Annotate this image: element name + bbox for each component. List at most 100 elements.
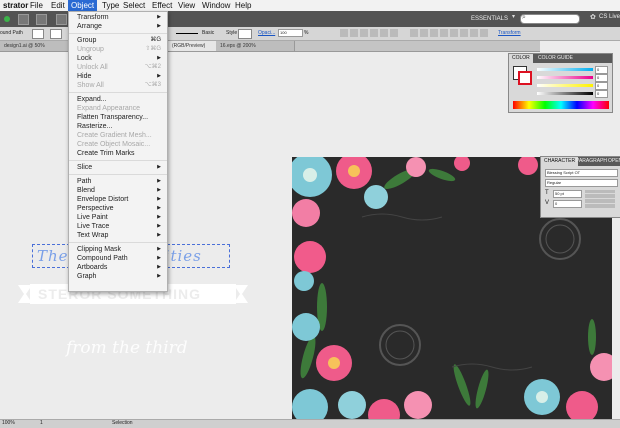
submenu-arrow-icon: ▶: [157, 187, 161, 193]
menu-effect[interactable]: Effect: [149, 0, 175, 11]
tab-color[interactable]: COLOR: [509, 54, 533, 63]
submenu-arrow-icon: ▶: [157, 232, 161, 238]
color-panel-header: COLOR COLOR GUIDE: [509, 54, 612, 63]
magenta-value[interactable]: 0: [595, 74, 608, 82]
opacity-unit: %: [304, 30, 309, 36]
submenu-arrow-icon: ▶: [157, 273, 161, 279]
tab-design1[interactable]: design1.ai @ 50% (RGB...: [0, 41, 67, 59]
menu-type[interactable]: Type: [99, 0, 122, 11]
stroke-swatch[interactable]: [50, 29, 62, 39]
tab-active[interactable]: (RGB/Preview): [168, 41, 217, 51]
menu-item-envelope-distort[interactable]: Envelope Distort ▶: [69, 195, 167, 204]
yellow-slider[interactable]: [537, 84, 593, 87]
magenta-slider[interactable]: [537, 76, 593, 79]
tracking-controls[interactable]: [585, 190, 615, 208]
cs-live-link[interactable]: CS Live: [599, 14, 620, 20]
menu-item-label: Arrange: [77, 23, 102, 30]
menu-item-transform[interactable]: Transform ▶: [69, 13, 167, 22]
menu-item-rasterize[interactable]: Rasterize...: [69, 122, 167, 131]
black-slider[interactable]: [537, 92, 593, 95]
font-size-field[interactable]: 50 pt: [553, 190, 582, 198]
menu-item-arrange[interactable]: Arrange ▶: [69, 22, 167, 31]
menu-item-label: Live Paint: [77, 214, 108, 221]
tab-16-eps[interactable]: 16.eps @ 200% (RGB/Preview): [216, 41, 295, 59]
distribute-buttons[interactable]: [410, 29, 490, 37]
align-buttons[interactable]: [340, 29, 400, 37]
zoom-level[interactable]: 100%: [2, 420, 15, 426]
submenu-arrow-icon: ▶: [157, 205, 161, 211]
menu-item-label: Compound Path: [77, 255, 128, 262]
search-input[interactable]: [520, 14, 580, 24]
character-panel-header: CHARACTER PARAGRAPH OPEN: [541, 157, 620, 166]
submenu-arrow-icon: ▶: [157, 214, 161, 220]
menu-item-hide[interactable]: Hide ▶: [69, 72, 167, 81]
screen-mode-icon[interactable]: [56, 14, 67, 25]
menu-item-label: Hide: [77, 73, 92, 80]
menu-item-label: Envelope Distort: [77, 196, 129, 203]
menu-item-live-trace[interactable]: Live Trace ▶: [69, 222, 167, 231]
current-tool-status[interactable]: Selection: [112, 420, 133, 426]
menu-item-compound-path[interactable]: Compound Path ▶: [69, 254, 167, 263]
cyan-value[interactable]: 0: [595, 66, 608, 74]
menu-item-label: Path: [77, 178, 92, 185]
menu-item-path[interactable]: Path ▶: [69, 177, 167, 186]
menu-item-label: Show All: [77, 82, 104, 89]
color-panel: COLOR COLOR GUIDE 0 0 0 0: [508, 53, 613, 113]
menu-item-live-paint[interactable]: Live Paint ▶: [69, 213, 167, 222]
menu-item-label: Perspective: [77, 205, 114, 212]
menu-item-slice[interactable]: Slice ▶: [69, 163, 167, 172]
menu-window[interactable]: Window: [199, 0, 233, 11]
workspace-switcher[interactable]: ESSENTIALS: [471, 14, 508, 24]
kerning-field[interactable]: 0: [553, 200, 582, 208]
fill-swatch[interactable]: [32, 29, 44, 39]
tab-color-guide[interactable]: COLOR GUIDE: [535, 54, 576, 63]
cyan-slider[interactable]: [537, 68, 593, 71]
menu-item-clipping-mask[interactable]: Clipping Mask ▶: [69, 245, 167, 254]
menu-item-artboards[interactable]: Artboards ▶: [69, 263, 167, 272]
menu-item-create-trim-marks[interactable]: Create Trim Marks: [69, 149, 167, 158]
menu-item-blend[interactable]: Blend ▶: [69, 186, 167, 195]
menu-item-label: Clipping Mask: [77, 246, 121, 253]
submenu-arrow-icon: ▶: [157, 73, 161, 79]
menu-item-text-wrap[interactable]: Text Wrap ▶: [69, 231, 167, 240]
graphic-style-swatch[interactable]: [238, 29, 252, 39]
menu-help[interactable]: Help: [232, 0, 254, 11]
transform-link[interactable]: Transform: [498, 30, 521, 36]
menu-item-shortcut: ⌥⌘2: [144, 64, 161, 70]
stroke-color-swatch[interactable]: [518, 71, 532, 85]
kerning-icon: V: [545, 200, 550, 206]
menu-view[interactable]: View: [175, 0, 198, 11]
menu-item-graph[interactable]: Graph ▶: [69, 272, 167, 281]
submenu-arrow-icon: ▶: [157, 196, 161, 202]
menu-item-label: Text Wrap: [77, 232, 109, 239]
color-spectrum-bar[interactable]: [513, 101, 609, 109]
menu-select[interactable]: Select: [120, 0, 148, 11]
menu-item-flatten-transparency[interactable]: Flatten Transparency...: [69, 113, 167, 122]
brush-stroke-preview: [176, 33, 198, 34]
menu-item-label: Rasterize...: [77, 123, 113, 130]
artboard-number[interactable]: 1: [40, 420, 43, 426]
menu-separator: [69, 242, 167, 243]
brush-definition[interactable]: Basic: [202, 30, 214, 36]
bridge-icon[interactable]: [18, 14, 29, 25]
black-value[interactable]: 0: [595, 90, 608, 98]
menu-object[interactable]: Object: [68, 0, 98, 11]
menu-item-group[interactable]: Group ⌘G: [69, 36, 167, 45]
submenu-arrow-icon: ▶: [157, 178, 161, 184]
menu-item-shortcut: ⌘G: [150, 37, 161, 43]
opacity-link[interactable]: Opaci...: [258, 30, 275, 36]
font-style-field[interactable]: Regular: [545, 179, 618, 187]
menu-file[interactable]: File: [27, 0, 46, 11]
opacity-input[interactable]: 100: [278, 29, 303, 37]
tab-opentype[interactable]: OPEN: [605, 157, 620, 166]
menu-item-perspective[interactable]: Perspective ▶: [69, 204, 167, 213]
yellow-value[interactable]: 0: [595, 82, 608, 90]
menu-item-label: Create Object Mosaic...: [77, 141, 151, 148]
submenu-arrow-icon: ▶: [157, 223, 161, 229]
arrange-documents-icon[interactable]: [36, 14, 47, 25]
menu-edit[interactable]: Edit: [48, 0, 68, 11]
submenu-arrow-icon: ▶: [157, 246, 161, 252]
menu-item-expand[interactable]: Expand...: [69, 95, 167, 104]
font-family-field[interactable]: Blessing Script OT: [545, 169, 618, 177]
menu-item-lock[interactable]: Lock ▶: [69, 54, 167, 63]
